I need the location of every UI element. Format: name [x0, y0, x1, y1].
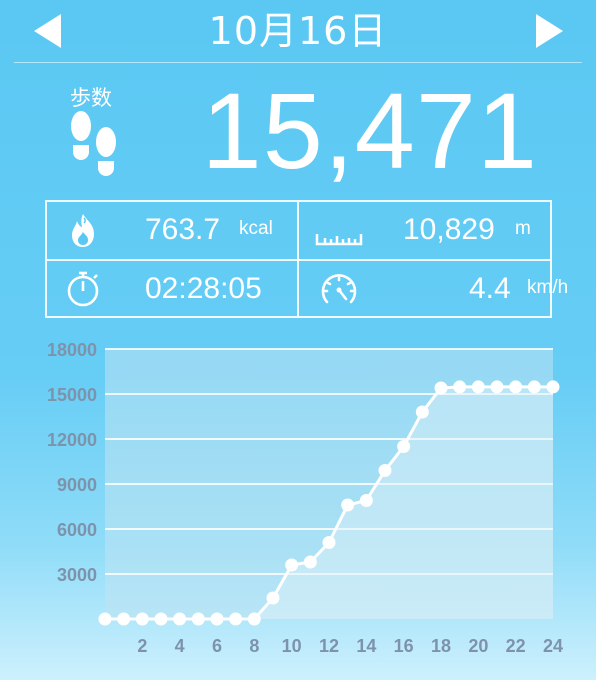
x-tick-label: 22 [506, 636, 526, 656]
data-point [247, 612, 261, 626]
y-tick-label: 6000 [57, 520, 97, 540]
speed-value: 4.4 [469, 272, 511, 305]
next-day-button[interactable] [536, 14, 563, 48]
date-title: 10月16日 [208, 9, 388, 53]
data-point [453, 380, 467, 394]
header-divider [14, 62, 582, 63]
x-tick-label: 10 [282, 636, 302, 656]
time-value: 02:28:05 [145, 272, 262, 305]
data-point [434, 381, 448, 395]
speed-unit: km/h [527, 277, 569, 298]
data-point [210, 612, 224, 626]
x-tick-label: 18 [431, 636, 451, 656]
data-point [359, 494, 373, 507]
steps-label: 歩数 [70, 86, 112, 110]
data-point [229, 612, 243, 626]
distance-unit: m [515, 218, 531, 239]
data-point [266, 591, 280, 605]
data-point [191, 612, 205, 626]
x-tick-label: 24 [543, 636, 563, 656]
footprints-icon [71, 111, 116, 176]
speed-cell: 4.4 km/h [299, 261, 568, 318]
stopwatch-icon [67, 271, 99, 307]
stats-panel: 763.7 kcal 10,829 m 02:28:05 4.4 km/h [45, 200, 568, 318]
x-tick-label: 2 [137, 636, 147, 656]
data-point [341, 498, 355, 512]
data-point [397, 440, 411, 453]
data-point [322, 536, 336, 549]
distance-value: 10,829 [403, 213, 495, 246]
data-point [154, 612, 168, 626]
y-tick-label: 12000 [47, 430, 97, 450]
data-point [415, 405, 429, 419]
steps-count: 15,471 [201, 70, 538, 191]
time-cell: 02:28:05 [47, 261, 297, 318]
calories-unit: kcal [239, 218, 273, 239]
x-tick-label: 6 [212, 636, 222, 656]
x-tick-label: 12 [319, 636, 339, 656]
x-tick-label: 8 [249, 636, 259, 656]
x-tick-label: 20 [468, 636, 488, 656]
speedometer-icon [321, 274, 357, 304]
calories-value: 763.7 [145, 213, 221, 246]
flame-icon [72, 214, 94, 247]
calories-cell: 763.7 kcal [47, 202, 297, 259]
data-point [546, 380, 560, 394]
data-point [378, 464, 392, 477]
x-tick-label: 14 [356, 636, 376, 656]
x-tick-label: 4 [175, 636, 185, 656]
data-point [135, 612, 149, 626]
data-point [303, 555, 317, 569]
y-tick-label: 18000 [47, 340, 97, 360]
y-tick-label: 3000 [57, 565, 97, 585]
x-tick-label: 16 [394, 636, 414, 656]
data-point [173, 612, 187, 626]
ruler-icon [315, 234, 363, 246]
data-point [490, 380, 504, 394]
data-point [509, 380, 523, 394]
y-tick-label: 15000 [47, 385, 97, 405]
data-point [285, 558, 299, 572]
data-point [471, 380, 485, 394]
data-point [98, 612, 112, 626]
y-tick-label: 9000 [57, 475, 97, 495]
hourly-steps-chart: 300060009000120001500018000 2 4 6 8 10 12 14 16… [47, 340, 563, 656]
distance-cell: 10,829 m [299, 202, 549, 259]
data-point [527, 380, 541, 394]
data-point [117, 612, 131, 626]
